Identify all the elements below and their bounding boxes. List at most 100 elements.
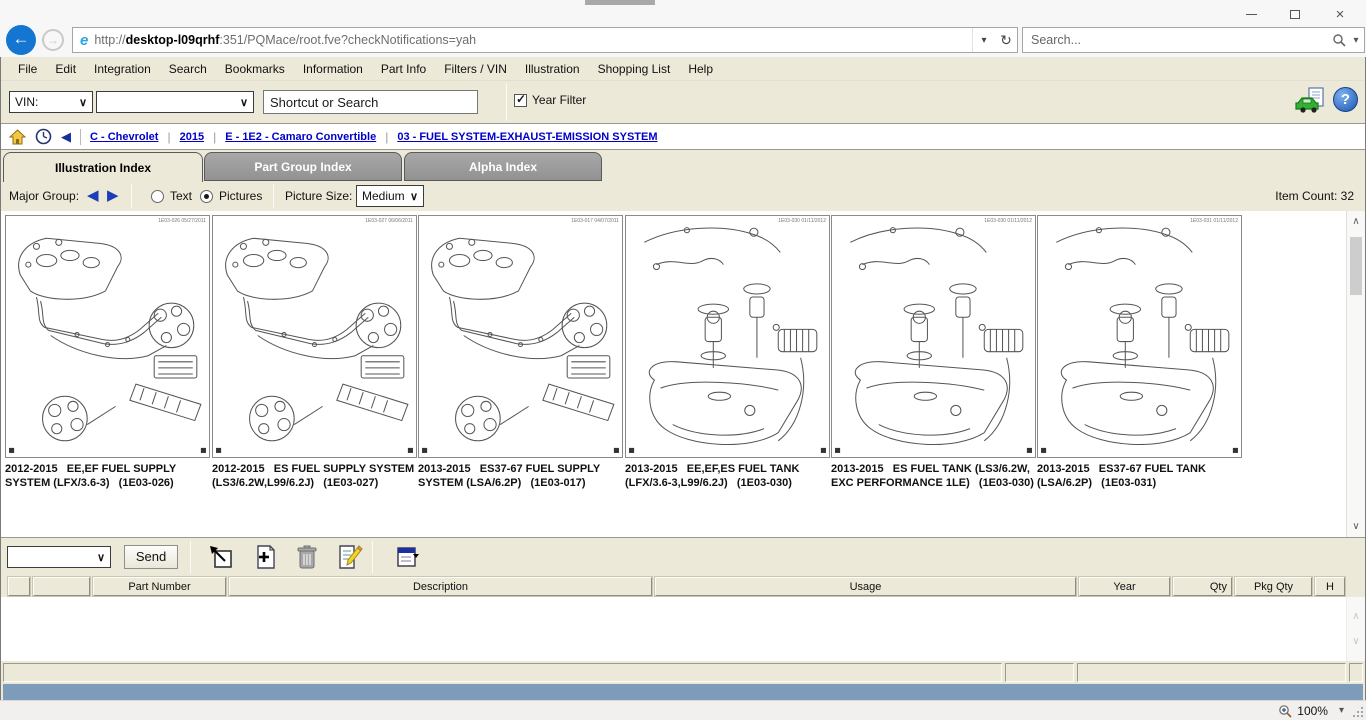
scroll-up-icon[interactable]: ∧: [1347, 216, 1365, 227]
breadcrumb-make[interactable]: C - Chevrolet: [90, 131, 158, 143]
year-filter-checkbox[interactable]: [514, 94, 527, 107]
edit-note-icon[interactable]: [335, 543, 363, 571]
maximize-button[interactable]: [1280, 5, 1310, 24]
major-group-next-icon[interactable]: ▶: [107, 186, 119, 204]
column-header-pkg-qty[interactable]: Pkg Qty: [1235, 577, 1312, 596]
menu-bookmarks[interactable]: Bookmarks: [216, 59, 294, 79]
column-header-blank2[interactable]: [33, 577, 90, 596]
home-icon[interactable]: [9, 129, 26, 145]
tab-alpha-label: Alpha Index: [469, 160, 537, 174]
browser-search-box[interactable]: ▾: [1022, 27, 1365, 53]
status-panel: [3, 663, 1002, 682]
browser-search-input[interactable]: [1023, 33, 1332, 47]
zoom-control[interactable]: 100% ▾: [1278, 701, 1344, 720]
minimize-icon: [1246, 14, 1257, 15]
column-header-blank1[interactable]: [8, 577, 30, 596]
illustration-sheet-code: 1E03-031 01/11/2012: [1190, 218, 1238, 224]
background-window-strip: [585, 0, 655, 5]
breadcrumb-back-icon[interactable]: ◀: [61, 129, 71, 145]
tab-part-group-index[interactable]: Part Group Index: [204, 152, 402, 181]
illustration-thumbnail[interactable]: 1E03-026 05/27/2011 2012-2015 EE,EF FUEL…: [5, 215, 210, 490]
pictures-radio[interactable]: [200, 190, 213, 203]
breadcrumb-model[interactable]: E - 1E2 - Camaro Convertible: [225, 131, 376, 143]
history-clock-icon[interactable]: [35, 128, 52, 145]
column-header-description[interactable]: Description: [229, 577, 652, 596]
vin-value-dropdown[interactable]: [96, 91, 254, 113]
column-header-year[interactable]: Year: [1079, 577, 1170, 596]
column-header-qty[interactable]: Qty: [1173, 577, 1232, 596]
view-controls: Major Group: ◀ ▶ Text Pictures Picture S…: [1, 181, 1365, 211]
illustration-thumbnail[interactable]: 1E03-027 06/06/2011 2012-2015 ES FUEL SU…: [212, 215, 417, 490]
search-icon[interactable]: [1332, 33, 1346, 47]
vehicle-report-icon[interactable]: [1295, 87, 1327, 115]
illustration-image[interactable]: 1E03-026 05/27/2011: [5, 215, 210, 458]
scroll-up-icon[interactable]: ∧: [1347, 611, 1365, 622]
menu-integration[interactable]: Integration: [85, 59, 160, 79]
illustration-caption: 2013-2015 ES FUEL TANK (LS3/6.2W, EXC PE…: [831, 462, 1036, 490]
breadcrumb-year[interactable]: 2015: [180, 131, 204, 143]
illustration-image[interactable]: 1E03-031 01/11/2012: [1037, 215, 1242, 458]
menu-shopping-list[interactable]: Shopping List: [589, 59, 680, 79]
tab-illustration-label: Illustration Index: [55, 161, 151, 175]
browser-forward-button[interactable]: →: [42, 29, 64, 51]
illustration-thumbnail[interactable]: 1E03-017 04/07/2011 2013-2015 ES37-67 FU…: [418, 215, 623, 490]
column-header-part-number[interactable]: Part Number: [93, 577, 226, 596]
menu-bar: File Edit Integration Search Bookmarks I…: [1, 57, 1365, 81]
search-options-caret[interactable]: ▾: [1348, 35, 1364, 46]
illustration-thumbnail[interactable]: 1E03-031 01/11/2012 2013-2015 ES37-67 FU…: [1037, 215, 1242, 490]
scroll-down-icon[interactable]: ∨: [1347, 636, 1365, 647]
refresh-button[interactable]: ↻: [995, 32, 1017, 49]
resize-grip[interactable]: [1351, 705, 1363, 717]
scrollbar-thumb[interactable]: [1350, 237, 1362, 295]
menu-search[interactable]: Search: [160, 59, 216, 79]
tab-illustration-index[interactable]: Illustration Index: [3, 152, 203, 182]
illustration-thumbnail[interactable]: 1E03-030 01/11/2012 2013-2015 EE,EF,ES F…: [625, 215, 830, 490]
picture-size-dropdown[interactable]: Medium: [356, 185, 424, 207]
parts-table-scrollbar[interactable]: ∧ ∨: [1346, 597, 1365, 661]
shortcut-search-input[interactable]: [263, 90, 478, 114]
help-icon[interactable]: ?: [1333, 87, 1358, 112]
breadcrumb-group[interactable]: 03 - FUEL SYSTEM-EXHAUST-EMISSION SYSTEM: [397, 131, 657, 143]
menu-file[interactable]: File: [9, 59, 46, 79]
illustration-image[interactable]: 1E03-030 01/11/2012: [831, 215, 1036, 458]
column-header-usage[interactable]: Usage: [655, 577, 1076, 596]
parts-table-header: Part Number Description Usage Year Qty P…: [1, 575, 1365, 597]
menu-edit[interactable]: Edit: [46, 59, 85, 79]
major-group-prev-icon[interactable]: ◀: [87, 186, 99, 204]
illustration-sheet-code: 1E03-030 01/11/2012: [984, 218, 1032, 224]
minimize-button[interactable]: [1236, 5, 1266, 24]
address-dropdown-button[interactable]: ▾: [973, 35, 995, 46]
send-target-dropdown[interactable]: [7, 546, 111, 568]
grid-scrollbar[interactable]: ∧ ∨: [1346, 211, 1365, 537]
menu-filters-vin[interactable]: Filters / VIN: [435, 59, 516, 79]
illustration-thumbnail[interactable]: 1E03-030 01/11/2012 2013-2015 ES FUEL TA…: [831, 215, 1036, 490]
open-illustration-icon[interactable]: [207, 543, 235, 571]
browser-back-button[interactable]: ←: [6, 25, 36, 55]
text-radio[interactable]: [151, 190, 164, 203]
illustration-image[interactable]: 1E03-030 01/11/2012: [625, 215, 830, 458]
parts-toolbar: Send: [1, 537, 1365, 575]
delete-icon[interactable]: [293, 543, 321, 571]
status-panel: [1005, 663, 1074, 682]
add-part-icon[interactable]: [251, 543, 279, 571]
illustration-image[interactable]: 1E03-027 06/06/2011: [212, 215, 417, 458]
address-bar[interactable]: e http://desktop-l09qrhf:351/PQMace/root…: [72, 27, 1018, 53]
tab-alpha-index[interactable]: Alpha Index: [404, 152, 602, 181]
menu-help[interactable]: Help: [679, 59, 722, 79]
illustration-sheet-code: 1E03-027 06/06/2011: [365, 218, 413, 224]
column-settings-icon[interactable]: [393, 543, 421, 571]
close-button[interactable]: ×: [1325, 5, 1355, 24]
column-header-h[interactable]: H: [1315, 577, 1345, 596]
year-filter-label: Year Filter: [532, 93, 586, 107]
scroll-down-icon[interactable]: ∨: [1347, 521, 1365, 532]
breadcrumb-divider: [80, 129, 81, 145]
url-protocol: http://: [94, 33, 125, 47]
text-radio-label: Text: [170, 189, 192, 203]
breadcrumb-pipe: |: [213, 130, 216, 144]
menu-information[interactable]: Information: [294, 59, 372, 79]
menu-illustration[interactable]: Illustration: [516, 59, 589, 79]
illustration-image[interactable]: 1E03-017 04/07/2011: [418, 215, 623, 458]
menu-part-info[interactable]: Part Info: [372, 59, 435, 79]
vin-dropdown[interactable]: VIN:: [9, 91, 93, 113]
send-button[interactable]: Send: [124, 545, 178, 569]
